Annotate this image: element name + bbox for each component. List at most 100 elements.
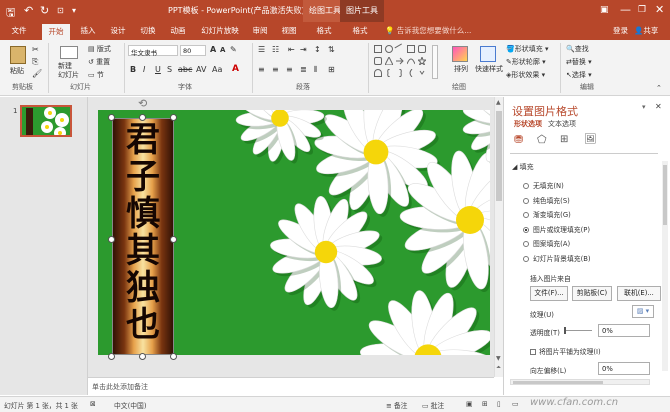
start-from-beginning-icon[interactable]: ⊡ (57, 6, 64, 15)
fill-section-header[interactable]: ◢ 填充 (512, 162, 534, 172)
texture-picker[interactable]: ▨ ▾ (632, 305, 654, 318)
radio-button[interactable] (523, 226, 529, 233)
numbering-icon[interactable]: ☷ (272, 45, 279, 54)
tell-me-box[interactable]: 💡 告诉我您想要做什么... (385, 25, 471, 36)
slideshow-view-icon[interactable]: ▭ (512, 400, 518, 408)
spell-check-icon[interactable]: ⊠ (90, 400, 96, 408)
scroll-thumb[interactable] (496, 111, 502, 201)
pane-hscroll-thumb[interactable] (513, 381, 603, 384)
quick-styles-button[interactable]: 快速样式 (475, 64, 503, 74)
find-button[interactable]: 🔍查找 (566, 44, 589, 54)
font-size-box[interactable]: 80 (180, 45, 206, 56)
login-link[interactable]: 登录 (613, 25, 628, 36)
shape-curve-icon[interactable] (406, 57, 416, 65)
shape-rounded-icon[interactable] (374, 57, 382, 65)
pane-options-icon[interactable]: ▾ (642, 103, 646, 111)
bold-icon[interactable]: B (130, 65, 136, 74)
copy-icon[interactable]: ⎘ (32, 57, 38, 67)
resize-handle-bottom-right[interactable] (170, 353, 177, 360)
arrange-button[interactable]: 排列 (454, 64, 468, 74)
share-button[interactable]: 👤共享 (634, 25, 658, 36)
tab-transitions[interactable]: 切换 (134, 22, 162, 40)
radio-button[interactable] (523, 241, 529, 247)
fill-option[interactable]: 幻灯片背景填充(B) (523, 253, 591, 263)
slide-thumbnail[interactable] (20, 105, 72, 137)
font-color-icon[interactable]: A (232, 64, 239, 74)
bullets-icon[interactable]: ☰ (258, 45, 265, 54)
reset-button[interactable]: ↺ 重置 (88, 57, 110, 67)
language-indicator[interactable]: 中文(中国) (114, 400, 147, 410)
shadow-icon[interactable]: S (167, 65, 172, 74)
shape-arrow-icon[interactable] (396, 57, 404, 65)
select-button[interactable]: ↖选择 ▾ (566, 70, 592, 80)
italic-icon[interactable]: I (143, 65, 145, 74)
ribbon-display-options-icon[interactable]: ▣ (600, 5, 609, 15)
tab-home[interactable]: 开始 (42, 24, 70, 40)
clear-format-icon[interactable]: ✎ (230, 45, 237, 54)
shape-outline-button[interactable]: ✎形状轮廓 ▾ (506, 57, 546, 67)
text-direction-icon[interactable]: ⇅ (328, 45, 335, 54)
close-icon[interactable]: ✕ (655, 3, 664, 16)
layout-button[interactable]: ▤ 版式 (88, 44, 111, 54)
notes-toggle[interactable]: ≡ 备注 (386, 400, 407, 410)
arrange-icon[interactable] (452, 46, 468, 62)
shape-triangle-icon[interactable] (384, 55, 394, 66)
tab-slideshow[interactable]: 幻灯片放映 (198, 22, 242, 40)
restore-icon[interactable]: ❐ (638, 5, 646, 15)
section-button[interactable]: ▭ 节 (88, 70, 104, 80)
strikethrough-icon[interactable]: abc (178, 65, 192, 74)
shape-bracket-icon[interactable] (396, 68, 404, 78)
tab-file[interactable]: 文件 (5, 22, 33, 40)
notes-pane[interactable]: 单击此处添加备注 (88, 377, 494, 394)
online-button[interactable]: 联机(E)... (617, 286, 661, 301)
scroll-up-icon[interactable]: ▲ (496, 99, 501, 106)
file-button[interactable]: 文件(F)... (530, 286, 568, 301)
qat-customize-icon[interactable]: ▾ (72, 6, 76, 15)
slide[interactable]: 君子慎其独也 (98, 110, 490, 355)
fill-option[interactable]: 纯色填充(S) (523, 195, 570, 205)
tab-animations[interactable]: 动画 (164, 22, 192, 40)
picture-icon[interactable]: 🖼 (584, 134, 597, 145)
paste-button[interactable]: 粘贴 (10, 66, 24, 76)
shape-effects-button[interactable]: ◈形状效果 ▾ (506, 70, 545, 80)
new-slide-icon[interactable] (60, 46, 78, 59)
shape-star-icon[interactable] (416, 55, 428, 67)
align-right-icon[interactable]: ≡ (286, 65, 293, 74)
radio-button[interactable] (523, 255, 529, 262)
save-icon[interactable]: 🖫 (6, 4, 15, 23)
justify-icon[interactable]: ≣ (300, 65, 307, 74)
shape-brace-icon[interactable] (385, 68, 393, 78)
fill-option[interactable]: 图案填充(A) (523, 238, 570, 248)
reading-view-icon[interactable]: ▯ (497, 400, 501, 408)
shape-rect-icon[interactable] (374, 45, 382, 53)
cut-icon[interactable]: ✂ (32, 45, 39, 54)
char-spacing-icon[interactable]: AV (196, 65, 206, 74)
vertical-scrollbar[interactable]: ▲ ▼ ⏶ (494, 97, 503, 377)
tab-text-options[interactable]: 文本选项 (548, 119, 576, 129)
shape-more-icon[interactable] (418, 69, 426, 77)
resize-handle-top[interactable] (139, 114, 146, 121)
fill-option[interactable]: 图片或纹理填充(P) (523, 224, 590, 234)
tab-insert[interactable]: 插入 (74, 22, 102, 40)
format-painter-icon[interactable]: 🖌 (32, 69, 42, 78)
pane-vscroll[interactable] (662, 161, 668, 371)
transparency-slider-thumb[interactable] (564, 327, 566, 334)
shape-oval-icon[interactable] (385, 45, 393, 53)
font-name-box[interactable]: 华文隶书 (128, 45, 178, 57)
comments-toggle[interactable]: ▭ 批注 (422, 400, 444, 410)
change-case-icon[interactable]: Aa (212, 65, 222, 74)
resize-handle-top-right[interactable] (170, 114, 177, 121)
columns-icon[interactable]: ⫴ (314, 65, 317, 75)
pane-close-icon[interactable]: ✕ (655, 102, 662, 111)
undo-icon[interactable]: ↶ (24, 4, 33, 17)
underline-icon[interactable]: U (155, 65, 161, 74)
pane-hscroll[interactable] (510, 379, 650, 385)
transparency-slider[interactable] (564, 330, 592, 331)
grow-font-icon[interactable]: A (210, 45, 216, 54)
resize-handle-left[interactable] (108, 236, 115, 243)
shape-paren-icon[interactable] (407, 68, 415, 78)
shrink-font-icon[interactable]: A (220, 46, 225, 54)
fill-line-icon[interactable]: ⛃ (514, 133, 523, 146)
decrease-indent-icon[interactable]: ⇤ (288, 45, 295, 54)
shapes-scroll[interactable] (432, 45, 438, 79)
